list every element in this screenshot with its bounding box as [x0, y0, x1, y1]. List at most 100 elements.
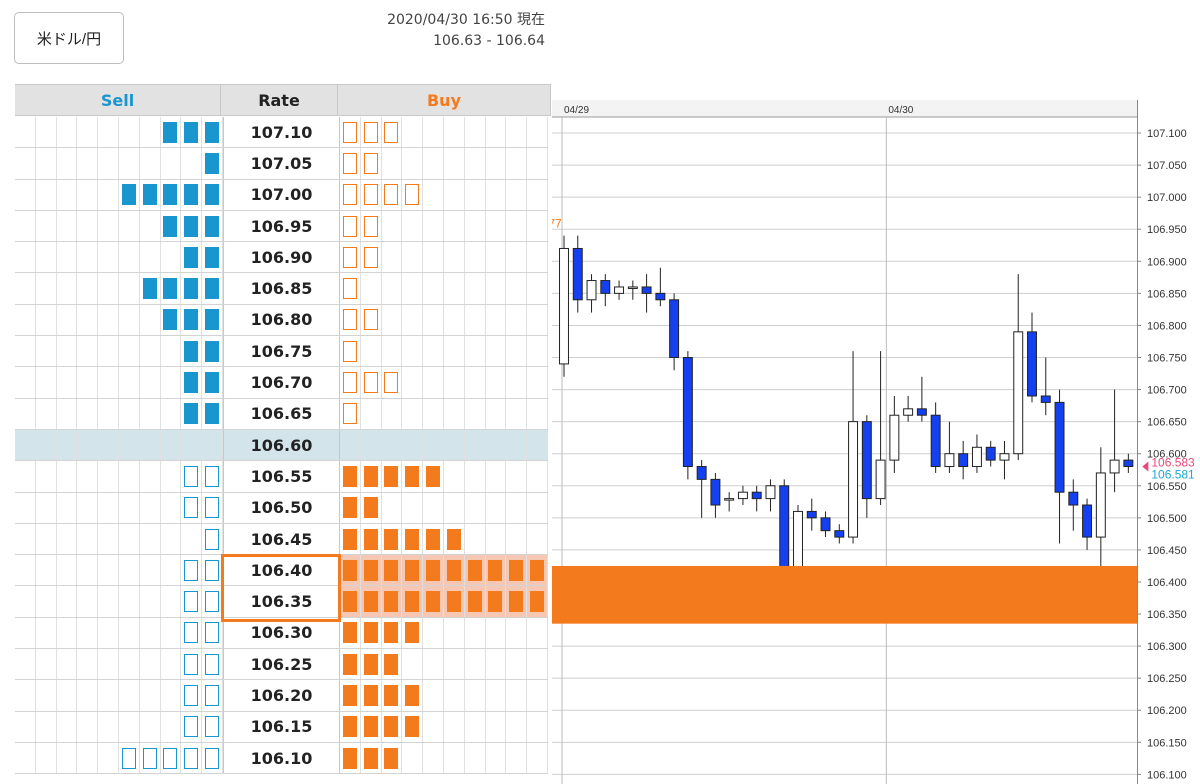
sell-cell: [36, 117, 57, 148]
candle-body-down: [751, 491, 762, 500]
buy-cell: [423, 711, 444, 742]
candle-body-down: [641, 286, 652, 294]
sell-cell: [202, 148, 223, 179]
buy-cell: [382, 367, 403, 398]
buy-cell: [402, 117, 424, 148]
sell-cell: [161, 492, 182, 523]
buy-order-block: [342, 278, 357, 300]
buy-cell: [361, 617, 382, 649]
buy-cell: [402, 336, 424, 367]
sell-cell: [140, 555, 161, 586]
buy-order-block: [342, 591, 357, 613]
candle-body-up: [559, 247, 569, 365]
sell-cell: [57, 617, 78, 649]
sell-cell: [98, 398, 119, 429]
sell-cell: [36, 617, 57, 649]
sell-cell: [98, 273, 119, 304]
sell-cell: [161, 367, 182, 398]
y-tick-label: 106.750: [1147, 353, 1187, 365]
sell-cells: [15, 649, 223, 680]
sell-cell: [161, 555, 182, 586]
buy-cell: [423, 492, 444, 523]
rate-chart: 107.100 107.050 107.000 106.950 106.900 106.8…: [552, 100, 1200, 784]
candle-body-up: [724, 498, 735, 501]
sell-cell: [140, 617, 161, 649]
candle-body-down: [572, 247, 583, 301]
buy-cell: [382, 336, 403, 367]
sell-cell: [98, 461, 119, 492]
sell-cell: [181, 304, 203, 336]
sell-order-block: [205, 340, 220, 362]
y-tick-label: 106.150: [1147, 737, 1187, 749]
buy-order-block: [342, 309, 357, 331]
sell-cell: [36, 523, 57, 555]
buy-cell: [402, 367, 424, 398]
sell-cell: [15, 711, 36, 742]
sell-cell: [161, 586, 182, 617]
order-row: 106.55: [15, 461, 548, 493]
sell-cell: [202, 210, 223, 242]
sell-order-block: [184, 184, 199, 206]
sell-cell: [98, 148, 119, 179]
sell-order-block: [205, 747, 220, 769]
sell-order-block: [184, 622, 199, 644]
sell-cell: [119, 148, 140, 179]
buy-order-block: [342, 403, 357, 425]
buy-cell: [506, 367, 528, 398]
currency-pair-button[interactable]: 米ドル/円: [14, 12, 124, 64]
sell-order-block: [205, 684, 220, 706]
sell-cell: [15, 398, 36, 429]
buy-cell: [444, 461, 465, 492]
sell-cell: [181, 398, 203, 429]
sell-order-block: [184, 278, 199, 300]
sell-cell: [202, 711, 223, 742]
sell-cell: [181, 336, 203, 367]
buy-order-block: [342, 559, 357, 581]
buy-cell: [527, 148, 548, 179]
sell-cell: [202, 523, 223, 555]
buy-cell: [402, 617, 424, 649]
buy-cell: [465, 117, 486, 148]
buy-cell: [361, 304, 382, 336]
buy-cell: [506, 242, 528, 273]
sell-order-block: [205, 309, 220, 331]
order-book: 107.10 107.05 107.00 106.95 106.90 106.85 106.…: [15, 117, 548, 775]
buy-order-block: [530, 591, 545, 613]
candle-body-down: [916, 408, 927, 416]
ask-price-label: 106.581: [1151, 468, 1195, 482]
buy-order-block: [384, 747, 399, 769]
sell-cell: [57, 304, 78, 336]
sell-order-block: [205, 215, 220, 237]
buy-cell: [527, 680, 548, 711]
candle-body-up: [889, 414, 900, 461]
buy-cell: [402, 179, 424, 210]
sell-cell: [36, 680, 57, 711]
sell-cell: [161, 179, 182, 210]
sell-cell: [15, 523, 36, 555]
sell-cell: [161, 649, 182, 680]
buy-cells: [340, 429, 548, 461]
buy-cell: [486, 492, 507, 523]
buy-cell: [382, 586, 403, 617]
buy-cells: [340, 273, 548, 304]
buy-cell: [423, 273, 444, 304]
buy-cell: [506, 273, 528, 304]
sell-cells: [15, 742, 223, 774]
sell-cell: [77, 586, 99, 617]
buy-cell: [340, 148, 361, 179]
sell-cell: [202, 492, 223, 523]
sell-order-block: [184, 372, 199, 394]
sell-cell: [77, 242, 99, 273]
buy-cells: [340, 617, 548, 649]
sell-cell: [77, 555, 99, 586]
sell-cell: [57, 429, 78, 461]
sell-cell: [140, 273, 161, 304]
sell-cell: [57, 711, 78, 742]
candle-body-up: [765, 485, 776, 500]
buy-cell: [340, 492, 361, 523]
sell-order-block: [184, 591, 199, 613]
sell-cell: [161, 429, 182, 461]
sell-cell: [57, 148, 78, 179]
order-row: 106.40: [15, 555, 548, 587]
order-row: 106.15: [15, 711, 548, 743]
